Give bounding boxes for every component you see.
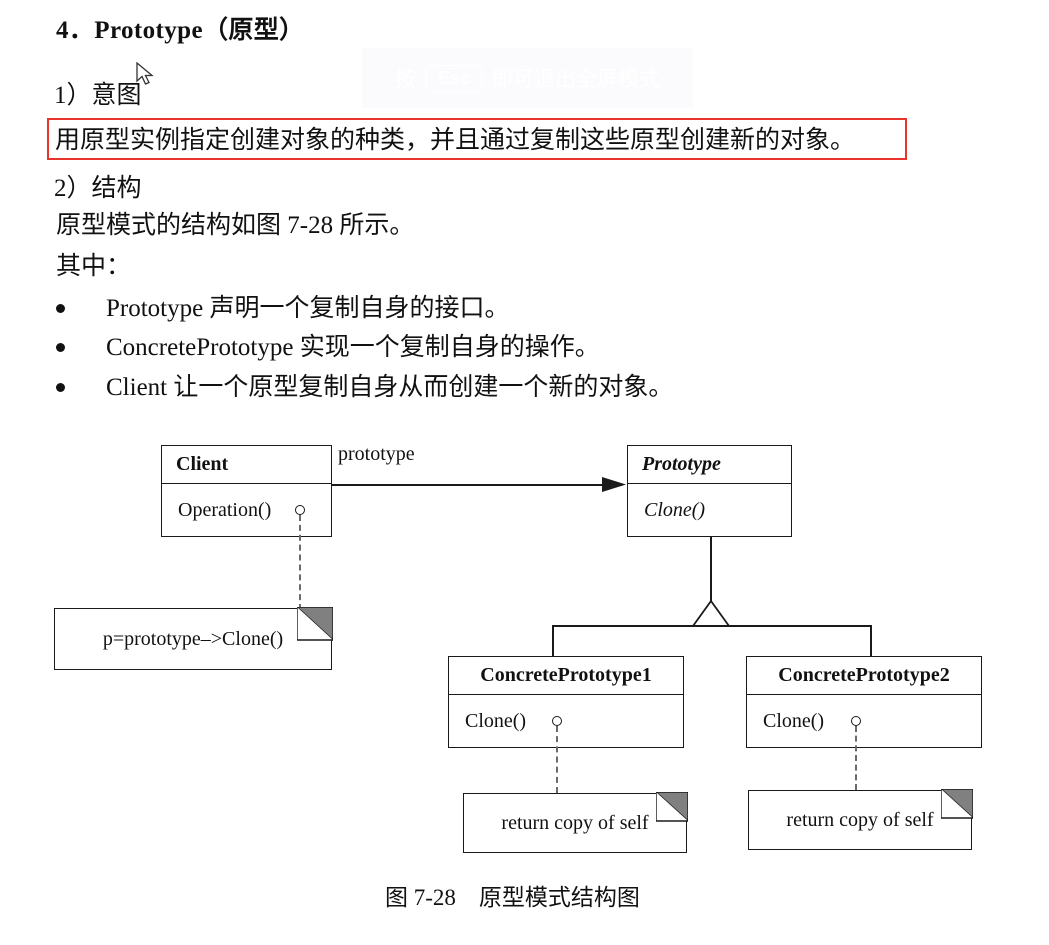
note-anchor-concreteprototype1 xyxy=(556,726,558,793)
note-anchor-client xyxy=(299,515,301,610)
document-page: 4．Prototype（原型） 1）意图 用原型实例指定创建对象的种类，并且通过… xyxy=(0,0,1049,945)
generalization-crossbar xyxy=(552,625,872,627)
note-concreteprototype1[interactable]: return copy of self xyxy=(463,792,688,853)
class-name-prototype: Prototype xyxy=(628,446,791,484)
class-member-concreteprototype2: Clone() xyxy=(763,709,825,732)
association-line-client-prototype xyxy=(332,484,622,486)
class-member-prototype: Clone() xyxy=(644,498,706,521)
note-anchor-concreteprototype2 xyxy=(855,726,857,790)
class-box-concreteprototype1[interactable]: ConcretePrototype1 Clone() xyxy=(448,656,684,748)
class-name-concreteprototype2: ConcretePrototype2 xyxy=(747,657,981,695)
class-member-client: Operation() xyxy=(178,498,272,521)
mouse-cursor-icon xyxy=(136,62,154,85)
folded-corner-icon xyxy=(656,792,688,822)
uml-class-diagram: prototype Client Operation() p=prototype… xyxy=(0,0,1049,945)
figure-caption: 图 7-28 原型模式结构图 xyxy=(385,885,640,910)
lollipop-circle-icon-concreteprototype1 xyxy=(552,716,562,726)
note-client[interactable]: p=prototype–>Clone() xyxy=(54,607,333,670)
folded-corner-icon xyxy=(941,789,973,819)
class-name-client: Client xyxy=(162,446,331,484)
class-name-concreteprototype1: ConcretePrototype1 xyxy=(449,657,683,695)
folded-corner-icon xyxy=(297,607,333,641)
association-role-label: prototype xyxy=(338,443,415,465)
association-arrowhead-icon xyxy=(602,477,626,492)
class-box-concreteprototype2[interactable]: ConcretePrototype2 Clone() xyxy=(746,656,982,748)
class-member-concreteprototype1: Clone() xyxy=(465,709,527,732)
class-box-prototype[interactable]: Prototype Clone() xyxy=(627,445,792,537)
lollipop-circle-icon-concreteprototype2 xyxy=(851,716,861,726)
lollipop-circle-icon-client xyxy=(295,505,305,515)
note-concreteprototype2[interactable]: return copy of self xyxy=(748,789,973,850)
note-text: return copy of self xyxy=(501,811,649,834)
class-box-client[interactable]: Client Operation() xyxy=(161,445,332,537)
generalization-triangle-icon xyxy=(692,600,730,627)
generalization-trunk xyxy=(710,537,712,603)
note-text: return copy of self xyxy=(786,808,934,831)
note-text: p=prototype–>Clone() xyxy=(102,627,284,650)
